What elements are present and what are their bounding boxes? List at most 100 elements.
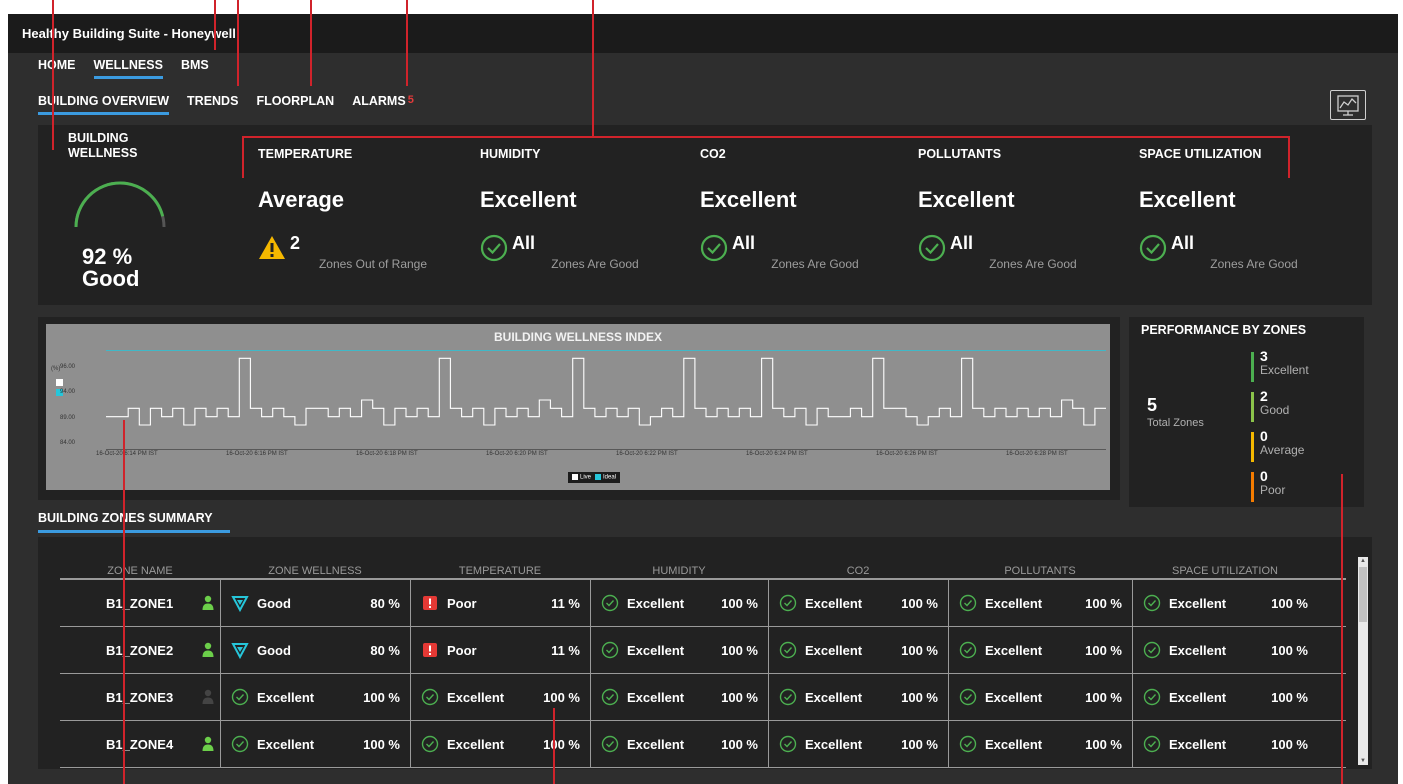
col-zone-wellness[interactable]: ZONE WELLNESS <box>220 565 410 577</box>
perf-poor[interactable]: 0 Poor <box>1251 469 1285 507</box>
check-circle-icon <box>421 688 439 706</box>
perf-label: Good <box>1260 403 1290 417</box>
kpi-co2[interactable]: CO2 Excellent All Zones Are Good <box>700 147 910 271</box>
metric-value: 100 % <box>721 689 758 705</box>
legend-ideal[interactable]: Ideal <box>595 474 616 481</box>
perf-label: Poor <box>1260 483 1286 497</box>
metric-status: Poor <box>447 642 477 658</box>
table-scrollbar[interactable]: ▲ ▼ <box>1358 557 1368 765</box>
live-swatch <box>56 379 63 386</box>
tab-building-overview[interactable]: BUILDING OVERVIEW <box>38 94 170 115</box>
scroll-down-arrow[interactable]: ▼ <box>1360 758 1366 764</box>
kpi-pollutants[interactable]: POLLUTANTS Excellent All Zones Are Good <box>918 147 1128 271</box>
metric-cell[interactable]: Excellent 100 % <box>768 721 948 767</box>
alert-icon <box>423 596 437 610</box>
nav-wellness[interactable]: WELLNESS <box>93 58 164 79</box>
zones-summary-table: ZONE NAME ZONE WELLNESS TEMPERATURE HUMI… <box>38 537 1372 769</box>
kpi-space-utilization[interactable]: SPACE UTILIZATION Excellent All Zones Ar… <box>1139 147 1349 271</box>
metric-cell[interactable]: Excellent 100 % <box>220 721 410 767</box>
y-tick: 96.00 <box>60 364 76 370</box>
wellness-index-chart[interactable]: BUILDING WELLNESS INDEX (%) 96.00 94.00 … <box>46 324 1110 490</box>
scrollbar-thumb[interactable] <box>1359 567 1367 622</box>
kpi-temperature[interactable]: TEMPERATURE Average 2 Zones Out of Range <box>258 147 468 271</box>
legend-live[interactable]: Live <box>572 474 591 481</box>
metric-cell[interactable]: Excellent 100 % <box>768 674 948 720</box>
metric-cell[interactable]: Excellent 100 % <box>948 580 1132 626</box>
table-row[interactable]: B1_ZONE3 Excellent 100 % Excellent 100 % Exce… <box>60 674 1346 721</box>
metric-cell[interactable]: Excellent 100 % <box>948 674 1132 720</box>
metric-cell[interactable]: Excellent 100 % <box>948 627 1132 673</box>
metric-cell[interactable]: Excellent 100 % <box>220 674 410 720</box>
perf-bar <box>1251 392 1254 422</box>
kpi-count: All <box>950 233 974 253</box>
nav-bms[interactable]: BMS <box>181 58 209 79</box>
perf-count: 0 <box>1260 428 1268 444</box>
tab-building-zones-summary[interactable]: BUILDING ZONES SUMMARY <box>38 511 230 533</box>
metric-cell[interactable]: Excellent 100 % <box>410 674 590 720</box>
metric-cell[interactable]: Excellent 100 % <box>948 721 1132 767</box>
metric-cell[interactable]: Excellent 100 % <box>590 580 768 626</box>
table-row[interactable]: B1_ZONE4 Excellent 100 % Excellent 100 % Exce… <box>60 721 1346 768</box>
perf-good[interactable]: 2 Good <box>1251 389 1289 427</box>
metric-cell[interactable]: Excellent 100 % <box>590 721 768 767</box>
table-row[interactable]: B1_ZONE1 Good 80 % Poor 11 % Excellent 100 % Ex… <box>60 580 1346 627</box>
nav-home[interactable]: HOME <box>38 58 76 79</box>
metric-cell[interactable]: Good 80 % <box>220 627 410 673</box>
metric-status: Excellent <box>805 736 863 752</box>
metric-cell[interactable]: Excellent 100 % <box>590 674 768 720</box>
check-circle-icon <box>1143 594 1161 612</box>
perf-average[interactable]: 0 Average <box>1251 429 1304 467</box>
col-pollutants[interactable]: POLLUTANTS <box>948 565 1132 577</box>
col-temperature[interactable]: TEMPERATURE <box>410 565 590 577</box>
metric-cell[interactable]: Poor 11 % <box>410 627 590 673</box>
metric-status: Excellent <box>627 689 685 705</box>
x-tick: 16-Oct-20 6:22 PM IST <box>616 451 678 457</box>
metric-cell[interactable]: Good 80 % <box>220 580 410 626</box>
col-zone-name[interactable]: ZONE NAME <box>60 565 220 577</box>
metric-cell[interactable]: Excellent 100 % <box>768 627 948 673</box>
metric-cell[interactable]: Excellent 100 % <box>1132 674 1318 720</box>
zone-name-cell[interactable]: B1_ZONE3 <box>60 674 220 720</box>
table-row[interactable]: B1_ZONE2 Good 80 % Poor 11 % Excellent 100 % Ex… <box>60 627 1346 674</box>
callout-line <box>1288 136 1290 178</box>
check-circle-icon <box>601 688 619 706</box>
metric-status: Excellent <box>985 595 1043 611</box>
perf-excellent[interactable]: 3 Excellent <box>1251 349 1309 387</box>
col-humidity[interactable]: HUMIDITY <box>590 565 768 577</box>
tab-floorplan[interactable]: FLOORPLAN <box>256 94 334 115</box>
col-co2[interactable]: CO2 <box>768 565 948 577</box>
perf-count: 0 <box>1260 468 1268 484</box>
zone-name-cell[interactable]: B1_ZONE4 <box>60 721 220 767</box>
metric-cell[interactable]: Excellent 100 % <box>1132 580 1318 626</box>
metric-value: 100 % <box>363 689 400 705</box>
check-circle-icon <box>601 735 619 753</box>
metric-cell[interactable]: Excellent 100 % <box>590 627 768 673</box>
perf-bar <box>1251 472 1254 502</box>
alarm-count-badge: 5 <box>407 94 414 106</box>
callout-line <box>242 136 1289 138</box>
tab-trends[interactable]: TRENDS <box>187 94 238 115</box>
metric-cell[interactable]: Excellent 100 % <box>1132 721 1318 767</box>
metric-cell[interactable]: Poor 11 % <box>410 580 590 626</box>
kpi-rating: Average <box>258 187 345 212</box>
metric-cell[interactable]: Excellent 100 % <box>1132 627 1318 673</box>
col-space-utilization[interactable]: SPACE UTILIZATION <box>1132 565 1318 577</box>
zone-name-cell[interactable]: B1_ZONE2 <box>60 627 220 673</box>
metric-cell[interactable]: Excellent 100 % <box>410 721 590 767</box>
tab-alarms[interactable]: ALARMS 5 <box>352 94 414 115</box>
dashboard-report-icon[interactable] <box>1330 90 1366 120</box>
kpi-humidity[interactable]: HUMIDITY Excellent All Zones Are Good <box>480 147 690 271</box>
person-icon <box>202 642 214 657</box>
zone-name: B1_ZONE3 <box>106 689 174 705</box>
kpi-count: All <box>1171 233 1195 253</box>
metric-status: Excellent <box>447 736 505 752</box>
metric-value: 100 % <box>721 595 758 611</box>
chart-plot <box>106 350 1106 450</box>
x-tick: 16-Oct-20 6:16 PM IST <box>226 451 288 457</box>
x-tick: 16-Oct-20 6:28 PM IST <box>1006 451 1068 457</box>
legend-live-swatch <box>572 474 578 480</box>
metric-cell[interactable]: Excellent 100 % <box>768 580 948 626</box>
zone-name-cell[interactable]: B1_ZONE1 <box>60 580 220 626</box>
scroll-up-arrow[interactable]: ▲ <box>1360 558 1366 564</box>
metric-status: Good <box>257 595 291 611</box>
